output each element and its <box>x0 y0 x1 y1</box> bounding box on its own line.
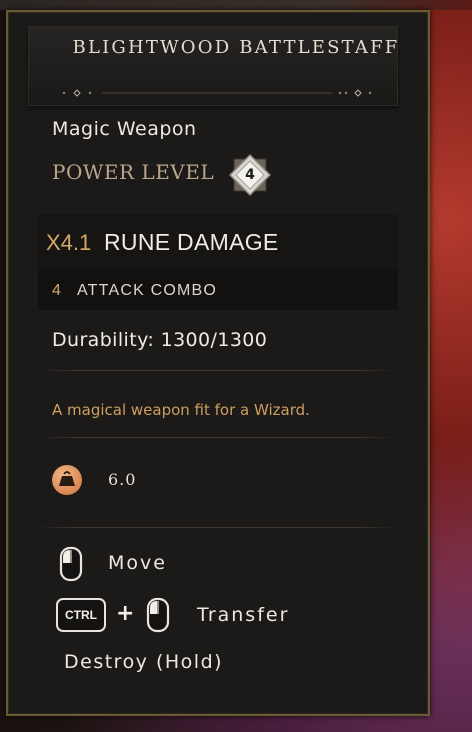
left-mouse-icon <box>59 546 83 582</box>
weight-value: 6.0 <box>108 470 137 489</box>
background-top-strip <box>0 0 472 10</box>
divider <box>38 370 396 371</box>
item-name: BLIGHTWOOD BATTLESTAFF <box>72 37 400 58</box>
divider <box>38 437 396 438</box>
power-level-label: POWER LEVEL <box>52 160 215 184</box>
transfer-hint-label: Transfer <box>197 604 290 626</box>
power-level-badge: 4 <box>228 153 272 197</box>
durability: Durability: 1300/1300 <box>52 329 268 351</box>
left-mouse-icon <box>146 597 170 633</box>
combo-count: 4 <box>52 282 61 299</box>
damage-type: RUNE DAMAGE <box>104 229 279 255</box>
destroy-hint-label: Destroy (Hold) <box>64 651 224 673</box>
plus-sign: + <box>116 601 135 626</box>
item-type: Magic Weapon <box>52 118 197 140</box>
combo-label: ATTACK COMBO <box>77 282 218 299</box>
damage-multiplier: X4.1 <box>46 230 92 255</box>
divider <box>38 527 396 528</box>
title-ornament <box>62 89 372 97</box>
weight-icon <box>52 465 82 495</box>
move-hint-label: Move <box>108 552 167 574</box>
ctrl-key-icon: CTRL <box>56 598 106 632</box>
power-level-value: 4 <box>245 167 255 183</box>
item-description: A magical weapon fit for a Wizard. <box>52 401 310 419</box>
